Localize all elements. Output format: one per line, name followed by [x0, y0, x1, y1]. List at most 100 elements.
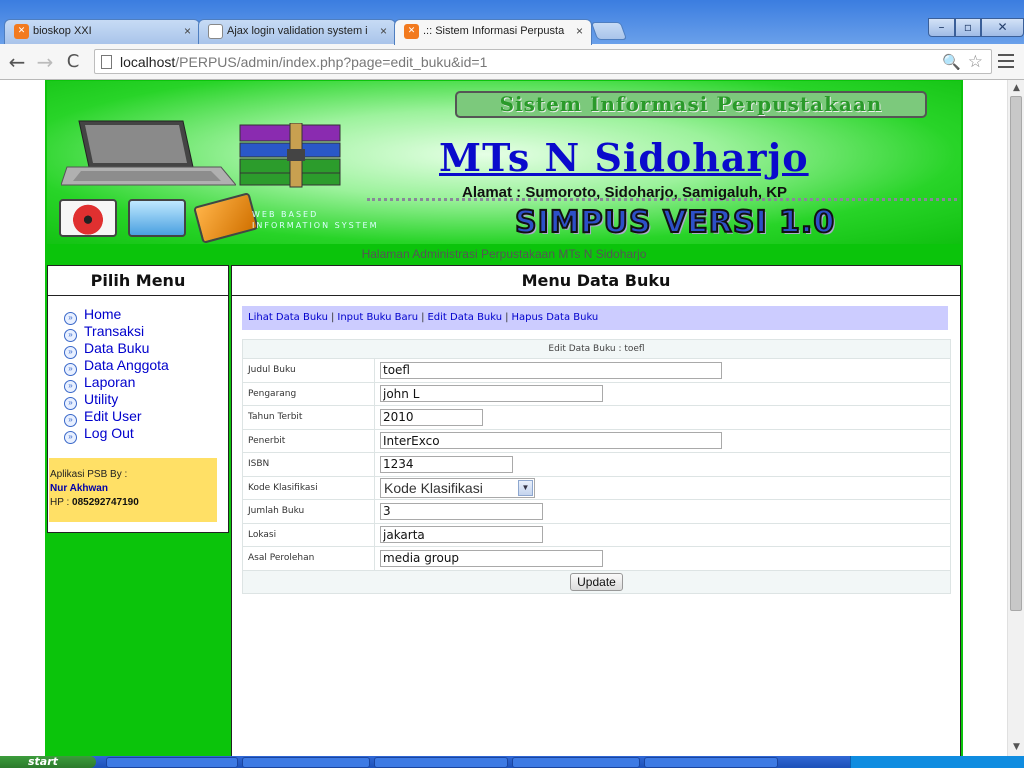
webbased-line1: WEB BASED: [252, 210, 319, 219]
system-tray: [850, 756, 1024, 768]
banner-icon-row: [59, 192, 261, 244]
asal-input[interactable]: [380, 549, 603, 567]
school-address: Alamat : Sumoroto, Sidoharjo, Samigaluh,…: [462, 184, 788, 201]
tab-title: .:: Sistem Informasi Perpusta: [423, 25, 565, 37]
page-icon: [101, 55, 112, 69]
chrome-menu-icon[interactable]: [998, 54, 1014, 68]
label-asal: Asal Perolehan: [242, 546, 375, 571]
tab-strip: ✕ bioskop XXI × Ajax login validation sy…: [0, 0, 1024, 45]
tab-bioskop[interactable]: ✕ bioskop XXI ×: [4, 19, 200, 44]
tab-title: Ajax login validation system i: [227, 25, 368, 37]
taskbar-window-button[interactable]: [512, 757, 640, 768]
maximize-button[interactable]: ▫: [955, 18, 981, 37]
penerbit-input[interactable]: [380, 432, 722, 450]
menu-item-transaksi[interactable]: » Transaksi: [64, 323, 228, 342]
select-value: Kode Klasifikasi: [384, 479, 483, 496]
book-action-links: Lihat Data Buku | Input Buku Baru | Edit Dat…: [242, 306, 948, 330]
menu-item-home[interactable]: » Home: [64, 306, 228, 325]
form-row-lokasi: Lokasi: [242, 522, 951, 547]
form-footer: Update: [242, 569, 951, 594]
menu-item-log-out[interactable]: » Log Out: [64, 425, 228, 444]
start-button[interactable]: start: [0, 756, 96, 768]
form-row-tahun: Tahun Terbit: [242, 405, 951, 430]
computer-icon: [128, 199, 187, 237]
scroll-up-icon[interactable]: ▲: [1011, 83, 1022, 94]
bookmark-star-icon[interactable]: ☆: [968, 52, 983, 72]
menu-item-data-buku[interactable]: » Data Buku: [64, 340, 228, 359]
update-button[interactable]: Update: [570, 572, 623, 591]
admin-subtitle: Halaman Administrasi Perpustakaan MTs N …: [361, 247, 647, 261]
tab-sistem-informasi[interactable]: ✕ .:: Sistem Informasi Perpusta ×: [394, 19, 592, 45]
webbased-line2: INFORMATION SYSTEM: [252, 221, 379, 230]
judul-input[interactable]: [380, 361, 722, 379]
page-scrollbar[interactable]: ▲ ▼: [1007, 80, 1024, 756]
taskbar-window-button[interactable]: [106, 757, 238, 768]
eye-icon: [59, 199, 117, 237]
minimize-button[interactable]: –: [928, 18, 955, 37]
menu-label: Edit User: [84, 408, 142, 424]
jumlah-input[interactable]: [380, 502, 543, 520]
scroll-down-icon[interactable]: ▼: [1011, 742, 1022, 753]
lokasi-input[interactable]: [380, 526, 543, 544]
author-info-box: Aplikasi PSB By : Nur Akhwan HP : 085292…: [49, 458, 217, 522]
menu-label: Home: [84, 306, 122, 322]
isbn-input[interactable]: [380, 455, 513, 473]
form-row-penerbit: Penerbit: [242, 428, 951, 453]
close-tab-icon[interactable]: ×: [184, 24, 191, 38]
page-favicon-icon: [208, 24, 223, 39]
link-edit-data-buku[interactable]: Edit Data Buku: [427, 312, 502, 323]
label-lokasi: Lokasi: [242, 522, 375, 547]
form-row-judul: Judul Buku: [242, 358, 951, 383]
url-text[interactable]: localhost/PERPUS/admin/index.php?page=ed…: [120, 54, 487, 70]
system-title: Sistem Informasi Perpustakaan: [455, 91, 927, 118]
left-menu: Pilih Menu » Home » Transaksi » Data Buku »…: [47, 265, 229, 533]
label-isbn: ISBN: [242, 452, 375, 477]
link-input-buku-baru[interactable]: Input Buku Baru: [337, 312, 418, 323]
kode-klasifikasi-select[interactable]: Kode Klasifikasi ▼: [380, 477, 535, 498]
menu-label: Transaksi: [84, 323, 145, 339]
taskbar-window-button[interactable]: [242, 757, 370, 768]
close-tab-icon[interactable]: ×: [576, 24, 583, 38]
menu-item-laporan[interactable]: » Laporan: [64, 374, 228, 393]
tab-ajax-login[interactable]: Ajax login validation system i ×: [198, 19, 396, 44]
zoom-icon[interactable]: 🔍: [942, 53, 961, 71]
author-caption: Aplikasi PSB By :: [50, 469, 128, 480]
version-logo: SIMPUS VERSI 1.0: [514, 204, 836, 241]
new-tab-button[interactable]: [590, 22, 628, 40]
main-panel: Menu Data Buku Lihat Data Buku | Input Buk…: [231, 265, 961, 756]
menu-label: Utility: [84, 391, 119, 407]
tahun-input[interactable]: [380, 408, 483, 426]
menu-item-utility[interactable]: » Utility: [64, 391, 228, 410]
menu-item-edit-user[interactable]: » Edit User: [64, 408, 228, 427]
author-name: Nur Akhwan: [50, 483, 108, 494]
taskbar-window-button[interactable]: [374, 757, 508, 768]
window-close-button[interactable]: ✕: [981, 18, 1024, 37]
form-row-kode: Kode Klasifikasi Kode Klasifikasi ▼: [242, 475, 951, 500]
form-row-asal: Asal Perolehan: [242, 546, 951, 571]
page-viewport: WEB BASED INFORMATION SYSTEM Sistem Info…: [0, 80, 1024, 756]
link-lihat-data-buku[interactable]: Lihat Data Buku: [248, 312, 328, 323]
address-bar[interactable]: localhost/PERPUS/admin/index.php?page=ed…: [94, 49, 992, 74]
back-arrow-icon[interactable]: ←: [6, 50, 28, 74]
label-penerbit: Penerbit: [242, 428, 375, 453]
reload-icon[interactable]: C: [62, 51, 84, 72]
menu-item-data-anggota[interactable]: » Data Anggota: [64, 357, 228, 376]
xampp-favicon-icon: ✕: [404, 24, 419, 39]
author-phone: HP : 085292747190: [50, 496, 217, 510]
scroll-thumb[interactable]: [1010, 96, 1022, 611]
header-banner: WEB BASED INFORMATION SYSTEM Sistem Info…: [47, 81, 961, 244]
menu-label: Laporan: [84, 374, 136, 390]
forward-arrow-icon[interactable]: →: [34, 50, 56, 74]
link-hapus-data-buku[interactable]: Hapus Data Buku: [511, 312, 598, 323]
school-name: MTs N Sidoharjo: [439, 135, 809, 180]
close-tab-icon[interactable]: ×: [380, 24, 387, 38]
pengarang-input[interactable]: [380, 385, 603, 403]
phone-label: HP :: [50, 497, 73, 508]
laptop-icon: [61, 120, 236, 186]
menu-label: Data Buku: [84, 340, 150, 356]
tab-title: bioskop XXI: [33, 25, 92, 37]
taskbar-window-button[interactable]: [644, 757, 778, 768]
form-row-pengarang: Pengarang: [242, 381, 951, 406]
webbased-caption: WEB BASED INFORMATION SYSTEM: [252, 209, 379, 231]
form-row-isbn: ISBN: [242, 452, 951, 477]
